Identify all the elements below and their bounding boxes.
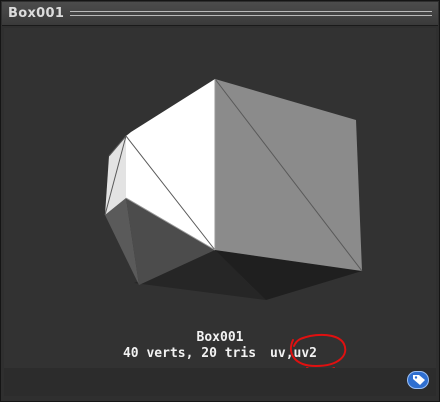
- mesh-info: Box001 40 verts, 20 tris uv,uv2: [4, 330, 436, 362]
- mesh-stats-line: 40 verts, 20 tris uv,uv2: [4, 346, 436, 362]
- mesh-preview-viewport[interactable]: Box001 40 verts, 20 tris uv,uv2: [4, 28, 436, 368]
- preview-footer: [4, 368, 436, 396]
- mesh-stats: 40 verts, 20 tris: [122, 346, 257, 361]
- mesh-name-label: Box001: [196, 330, 244, 345]
- tag-icon: [413, 375, 425, 385]
- mesh-uv-channels: uv,uv2: [270, 346, 318, 361]
- drag-handle[interactable]: [70, 11, 432, 16]
- inspector-preview-panel: Box001 Box001 40 verts, 20 tris uv,uv2: [0, 0, 440, 402]
- asset-labels-button[interactable]: [407, 371, 429, 389]
- preview-title: Box001: [8, 6, 65, 21]
- preview-header[interactable]: Box001: [2, 2, 438, 26]
- mesh-render: [104, 78, 363, 300]
